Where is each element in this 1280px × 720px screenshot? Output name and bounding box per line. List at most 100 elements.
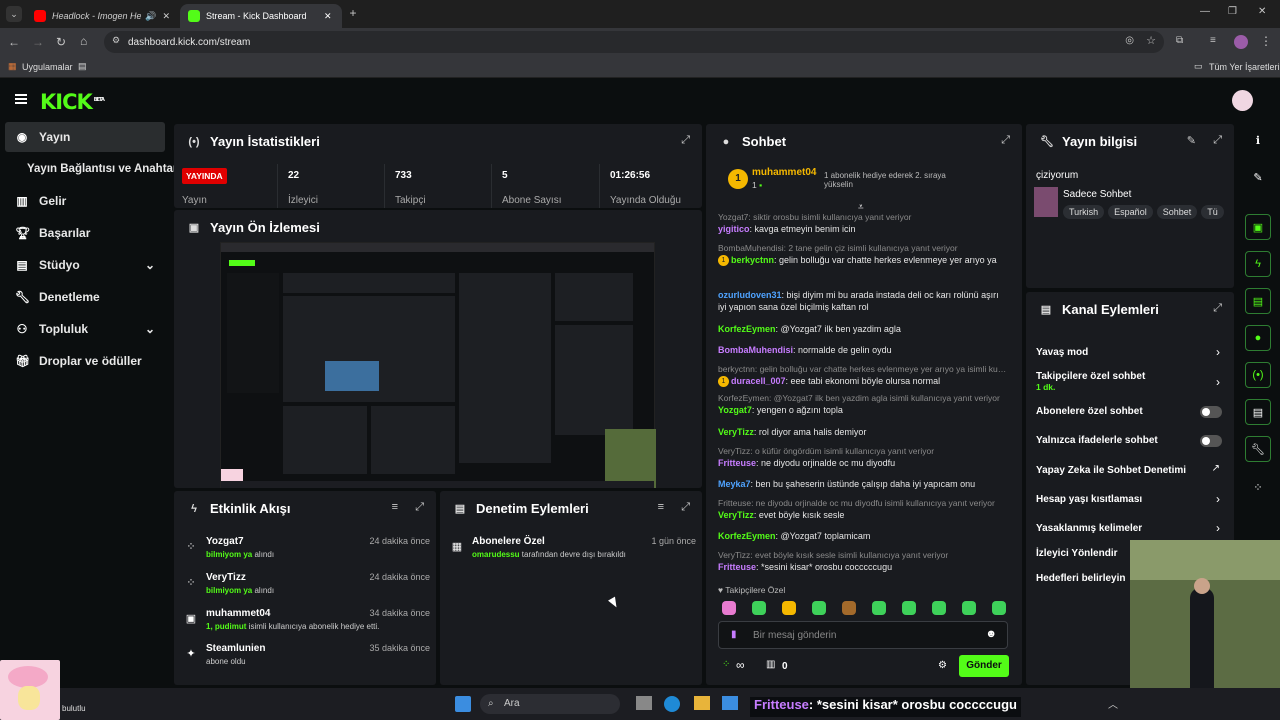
action-banned-words[interactable]: Yasaklanmış kelimeler [1036, 523, 1226, 534]
taskbar-search[interactable]: ⌕ Ara [480, 694, 620, 714]
emote-icon[interactable] [992, 601, 1006, 615]
speaker-icon[interactable]: 🔊 [145, 11, 156, 22]
emote-icon[interactable] [932, 601, 946, 615]
sidebar-item-stream-key[interactable]: Yayın Bağlantısı ve Anahtarı [5, 154, 181, 184]
expand-icon[interactable]: ⤢ [1213, 134, 1222, 147]
chevron-right-icon[interactable]: › [1216, 345, 1220, 359]
action-account-age[interactable]: Hesap yaşı kısıtlaması [1036, 494, 1226, 505]
action-followers-only[interactable]: Takipçilere özel sohbet 1 dk. [1036, 371, 1226, 393]
home-icon[interactable]: ⌂ [80, 34, 87, 48]
new-tab-icon[interactable]: + [346, 6, 360, 20]
broadcast-icon[interactable]: (•) [1245, 362, 1271, 388]
reading-list-icon[interactable]: ≡ [1210, 35, 1216, 46]
stat-followers: 733 Takipçi [384, 164, 490, 208]
lightning-icon[interactable]: ϟ [1245, 251, 1271, 277]
minimize-icon[interactable]: — [1200, 6, 1210, 17]
gear-icon[interactable]: ⚙ [938, 660, 947, 671]
close-icon[interactable]: ✕ [162, 11, 170, 22]
chevron-up-icon[interactable]: ︿ [1108, 696, 1118, 711]
emote-icon[interactable] [902, 601, 916, 615]
edge-icon[interactable] [664, 696, 680, 712]
eye-off-icon[interactable]: ◎ [1125, 35, 1134, 46]
site-info-icon[interactable]: ⚙ [112, 35, 120, 46]
wrench-icon[interactable]: 🔧︎ [1245, 436, 1271, 462]
extensions-icon[interactable]: ⧉ [1176, 35, 1183, 46]
emote-icon[interactable] [842, 601, 856, 615]
sidebar-item-studyo[interactable]: ▤ Stüdyo ⌄ [5, 250, 165, 280]
filter-icon[interactable]: ≡ [658, 501, 664, 513]
emoji-icon[interactable]: ☻ [985, 628, 997, 640]
infinity-icon[interactable]: ∞ [736, 658, 745, 672]
tag[interactable]: Turkish [1063, 205, 1105, 219]
reload-icon[interactable]: ↻ [56, 35, 66, 49]
photos-icon[interactable] [722, 696, 738, 710]
sidebar-item-yayin[interactable]: ◉ Yayın [5, 122, 165, 152]
bookmark-apps[interactable]: Uygulamalar [22, 62, 73, 72]
external-link-icon[interactable]: ↗ [1212, 463, 1220, 474]
chevron-right-icon[interactable]: › [1216, 521, 1220, 535]
task-view-icon[interactable] [636, 696, 652, 710]
sidebar-item-denetleme[interactable]: 🔧︎ Denetleme [5, 282, 165, 312]
tab-groups-icon[interactable]: ▤ [78, 61, 87, 72]
emote-icon[interactable] [722, 601, 736, 615]
tab-search-icon[interactable]: ⌄ [6, 6, 22, 22]
expand-icon[interactable]: ⤢ [415, 501, 424, 514]
back-icon[interactable]: ← [8, 35, 20, 49]
chat-input[interactable]: ▮ Bir mesaj gönderin ☻ [718, 621, 1008, 649]
pinned-user[interactable]: muhammet04 [752, 167, 816, 178]
bookmark-star-icon[interactable]: ☆ [1146, 34, 1156, 47]
crop-icon[interactable]: ▣ [1245, 214, 1271, 240]
expand-icon[interactable]: ⤢ [681, 501, 690, 514]
expand-icon[interactable]: ⤢ [1001, 134, 1010, 147]
community-icon[interactable]: ⁘ [722, 659, 730, 670]
emote-icon[interactable] [872, 601, 886, 615]
chevron-right-icon[interactable]: › [1216, 492, 1220, 506]
info-icon[interactable]: ℹ [1245, 127, 1271, 153]
menu-icon[interactable]: ⋮ [1260, 34, 1272, 48]
hamburger-menu-icon[interactable] [15, 94, 27, 104]
sidebar-item-gelir[interactable]: ▥ Gelir [5, 186, 165, 216]
url-input[interactable]: ⚙ dashboard.kick.com/stream ◎ ☆ [104, 31, 1164, 53]
emote-icon[interactable] [812, 601, 826, 615]
edit-icon[interactable]: ✎ [1187, 134, 1196, 147]
document-icon[interactable]: ▤ [1245, 288, 1271, 314]
sidebar-item-droplar[interactable]: 🎁︎ Droplar ve ödüller [5, 346, 165, 376]
forward-icon[interactable]: → [32, 35, 44, 49]
channel-icon[interactable]: ▤ [1245, 399, 1271, 425]
microphone-icon[interactable]: ▮ [731, 629, 737, 640]
explorer-icon[interactable] [694, 696, 710, 710]
stream-preview-video[interactable] [220, 242, 656, 488]
chat-bubble-icon[interactable]: ● [1245, 325, 1271, 351]
edit-icon[interactable]: ✎ [1245, 164, 1271, 190]
expand-icon[interactable]: ⤢ [1213, 302, 1222, 315]
send-button[interactable]: Gönder [959, 655, 1009, 677]
user-avatar[interactable] [1232, 90, 1253, 111]
close-icon[interactable]: ✕ [324, 11, 332, 22]
emote-icon[interactable] [752, 601, 766, 615]
sidebar-item-topluluk[interactable]: ⚇ Topluluk ⌄ [5, 314, 165, 344]
chevron-right-icon[interactable]: › [1216, 375, 1220, 389]
people-icon[interactable]: ⁘ [1245, 474, 1271, 500]
filter-icon[interactable]: ≡ [392, 501, 398, 513]
action-ai-moderation[interactable]: Yapay Zeka ile Sohbet Denetimi [1036, 465, 1226, 476]
action-emote-only[interactable]: Yalnızca ifadelerle sohbet [1036, 435, 1226, 446]
subscribers-only-toggle[interactable] [1200, 406, 1222, 418]
tag[interactable]: Sohbet [1156, 205, 1198, 219]
tab-kick-dashboard[interactable]: Stream - Kick Dashboard ✕ [180, 4, 342, 28]
action-slow-mode[interactable]: Yavaş mod [1036, 347, 1226, 358]
tag[interactable]: Español [1108, 205, 1153, 219]
action-subscribers-only[interactable]: Abonelere özel sohbet [1036, 406, 1226, 417]
tab-headlock[interactable]: Headlock - Imogen Heap 🔊 ✕ [26, 4, 178, 28]
emote-icon[interactable] [962, 601, 976, 615]
sidebar-item-basarilar[interactable]: 🏆︎ Başarılar [5, 218, 165, 248]
emote-icon[interactable] [782, 601, 796, 615]
window-close-icon[interactable]: ✕ [1258, 6, 1266, 17]
bookmark-all[interactable]: Tüm Yer İşaretleri [1209, 62, 1280, 72]
tag[interactable]: Tü [1201, 205, 1224, 219]
profile-avatar[interactable] [1234, 35, 1248, 49]
kick-logo[interactable]: KICK BETA [40, 90, 105, 114]
emote-only-toggle[interactable] [1200, 435, 1222, 447]
expand-icon[interactable]: ⤢ [681, 134, 690, 147]
windows-start-icon[interactable] [455, 696, 471, 712]
maximize-icon[interactable]: ❐ [1228, 6, 1237, 17]
